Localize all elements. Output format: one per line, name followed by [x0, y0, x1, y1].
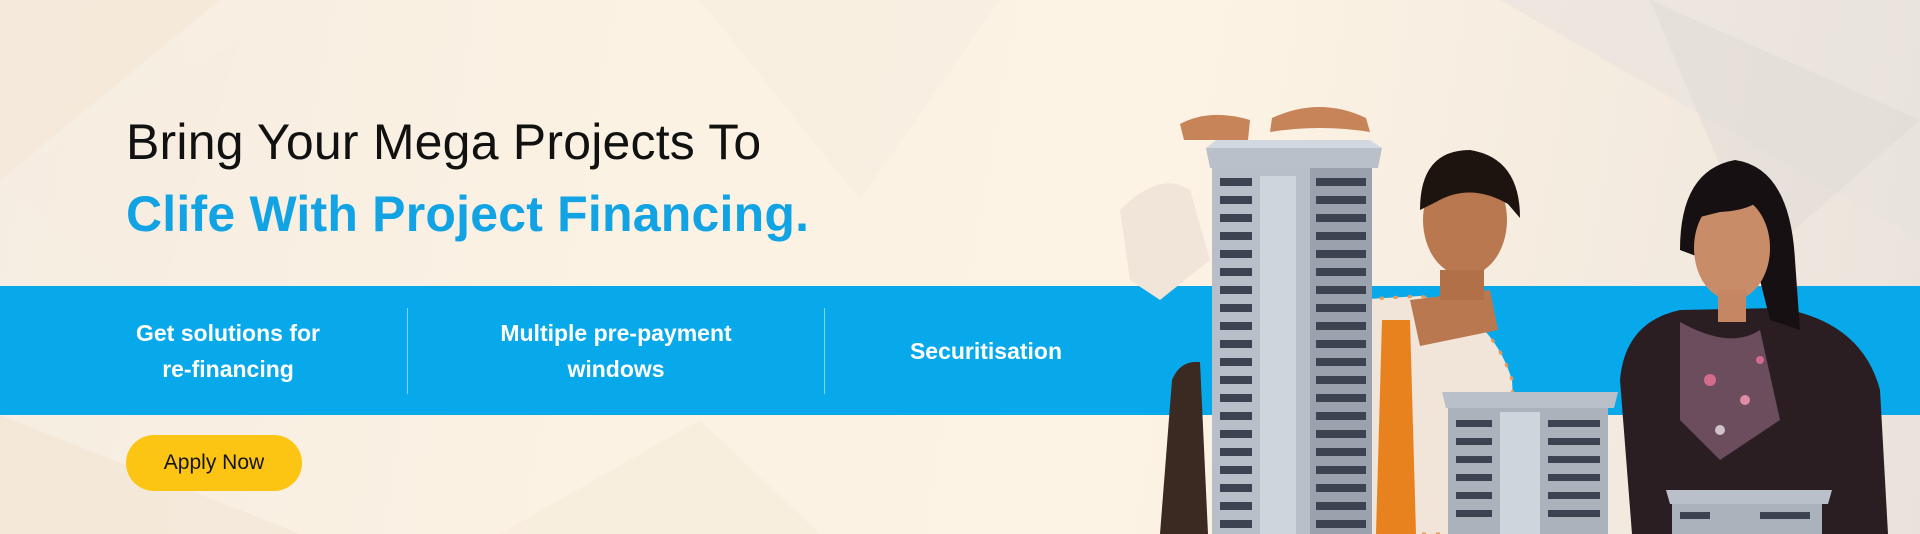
feature-refinancing-line-1: Get solutions for	[136, 319, 320, 346]
feature-securitisation: Securitisation	[880, 286, 1092, 415]
woman-looking-icon	[1620, 160, 1888, 534]
headline-line-1: Bring Your Mega Projects To	[126, 114, 762, 170]
feature-securitisation-label: Securitisation	[909, 337, 1063, 364]
feature-prepayment-line-2: windows	[567, 355, 665, 382]
feature-prepayment-line-1: Multiple pre-payment	[500, 319, 732, 346]
project-financing-banner: Bring Your Mega Projects To Clife With P…	[0, 0, 1920, 534]
illustration	[1120, 107, 1888, 534]
chair-icon	[1160, 361, 1208, 534]
feature-prepayment: Multiple pre-payment windows	[460, 286, 772, 415]
headline: Bring Your Mega Projects To Clife With P…	[126, 108, 809, 252]
feature-refinancing-line-2: re-financing	[162, 355, 294, 382]
feature-divider	[407, 308, 408, 394]
apply-now-button[interactable]: Apply Now	[126, 435, 302, 491]
small-building-model-icon	[1442, 392, 1618, 534]
feature-refinancing: Get solutions for re-financing	[108, 286, 348, 415]
small-building-model-icon	[1666, 490, 1832, 534]
feature-divider	[824, 308, 825, 394]
tall-building-model-icon	[1206, 140, 1382, 534]
headline-line-2: Clife With Project Financing.	[126, 186, 810, 242]
hand-icon	[1270, 107, 1370, 132]
